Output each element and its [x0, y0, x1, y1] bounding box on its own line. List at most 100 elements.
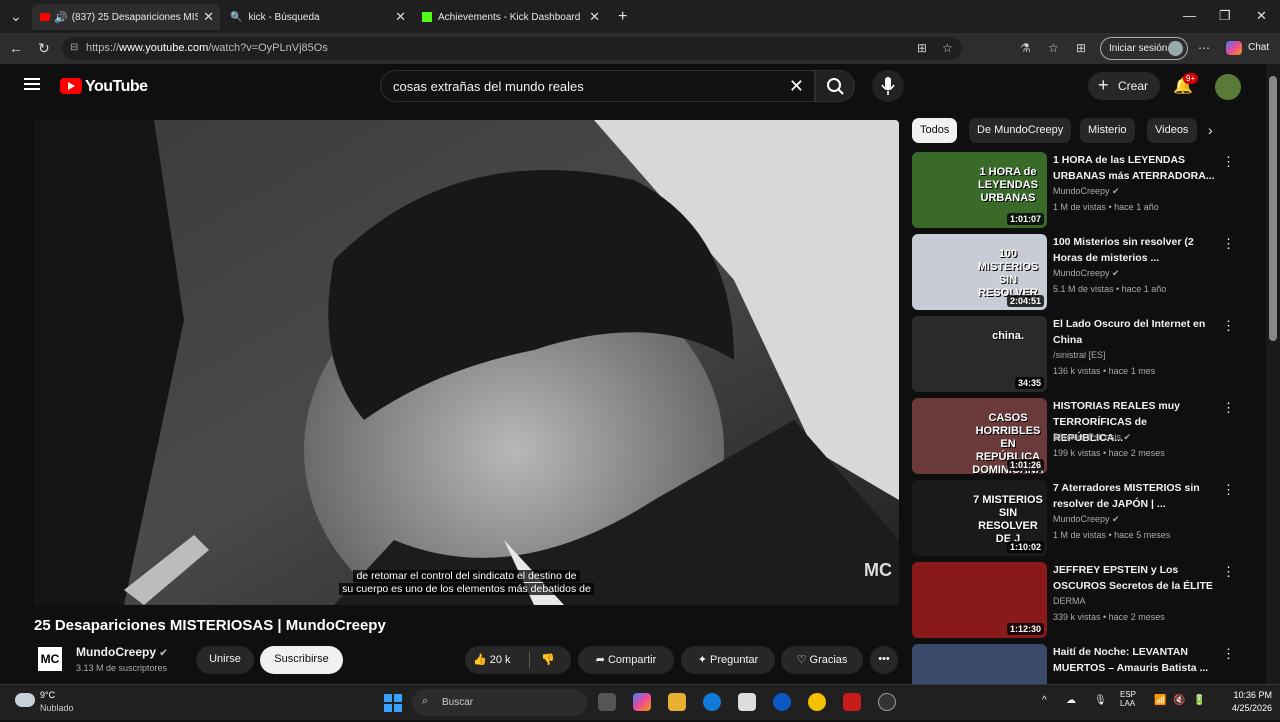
recommendation-channel[interactable]: MundoCreepy ✔ — [1053, 186, 1120, 197]
like-button[interactable]: 👍 20 k — [473, 654, 511, 666]
chip-videos[interactable]: Videos — [1147, 118, 1197, 143]
create-button[interactable]: + Crear — [1088, 72, 1160, 100]
recommendation-item[interactable]: 7 MISTERIOS SIN RESOLVER DE J 1:10:02 7 At… — [912, 480, 1242, 558]
tab-list-icon[interactable]: ⌄ — [10, 8, 22, 25]
user-avatar[interactable] — [1215, 74, 1241, 100]
chrome-icon[interactable] — [808, 693, 826, 711]
scrollbar-thumb[interactable] — [1269, 76, 1277, 341]
chip-misterio[interactable]: Misterio — [1080, 118, 1135, 143]
thanks-button[interactable]: ♡ Gracias — [781, 646, 863, 674]
close-tab-icon[interactable]: ✕ — [203, 9, 214, 25]
site-info-icon[interactable]: ⊟ — [70, 42, 78, 53]
recommendation-item[interactable]: 1:12:30 JEFFREY EPSTEIN y Los OSCUROS Sec… — [912, 562, 1242, 640]
video-thumbnail[interactable]: 100 MISTERIOS SIN RESOLVER 2:04:51 — [912, 234, 1047, 310]
voice-search-button[interactable] — [872, 70, 904, 102]
recommendation-item[interactable]: CASOS HORRIBLES EN REPÚBLICA DOMINICANA1… — [912, 398, 1242, 476]
chip-de-mundocreepy[interactable]: De MundoCreepy — [969, 118, 1072, 143]
youtube-wordmark[interactable]: YouTube — [85, 78, 148, 96]
start-button[interactable] — [384, 694, 402, 712]
show-hidden-icons-icon[interactable]: ^ — [1042, 695, 1047, 706]
task-view-icon[interactable] — [598, 693, 616, 711]
minimize-icon[interactable]: — — [1183, 8, 1196, 23]
back-icon[interactable]: ← — [9, 40, 23, 56]
store-icon[interactable] — [738, 693, 756, 711]
volume-icon[interactable]: 🔇 — [1173, 695, 1185, 706]
more-options-icon[interactable]: ⋮ — [1222, 318, 1235, 334]
search-button[interactable] — [815, 70, 855, 102]
recommendation-item[interactable]: 100 MISTERIOS SIN RESOLVER 2:04:51 100 Mis… — [912, 234, 1242, 312]
video-thumbnail[interactable]: china. 34:35 — [912, 316, 1047, 392]
more-options-icon[interactable]: ⋮ — [1222, 564, 1235, 580]
recommendation-channel[interactable]: Blaxters Psicosis ✔ — [1053, 432, 1131, 443]
onedrive-icon[interactable]: ☁ — [1066, 695, 1076, 706]
input-language[interactable]: ESP LAA — [1120, 690, 1136, 708]
weather-desc[interactable]: Nublado — [40, 703, 74, 713]
youtube-logo-icon[interactable] — [60, 78, 82, 94]
taskbar-search[interactable]: ⌕ Buscar — [412, 689, 587, 716]
microphone-tray-icon[interactable]: 🎙 — [1094, 695, 1107, 706]
video-thumbnail[interactable]: CASOS HORRIBLES EN REPÚBLICA DOMINICANA1… — [912, 398, 1047, 474]
recommendation-title[interactable]: 100 Misterios sin resolver (2 Horas de m… — [1053, 234, 1218, 266]
signin-button[interactable]: Iniciar sesión — [1100, 37, 1188, 60]
recommendation-title[interactable]: Haití de Noche: LEVANTAN MUERTOS – Amaur… — [1053, 644, 1218, 676]
cloud-icon[interactable] — [15, 693, 35, 707]
search-input[interactable]: cosas extrañas del mundo reales ✕ — [380, 70, 815, 102]
clear-search-icon[interactable]: ✕ — [789, 76, 804, 97]
ask-button[interactable]: ✦ Preguntar — [681, 646, 775, 674]
page-scrollbar[interactable] — [1266, 64, 1280, 684]
favorite-star-icon[interactable]: ☆ — [942, 41, 953, 55]
close-tab-icon[interactable]: ✕ — [589, 9, 600, 25]
chevron-right-icon[interactable]: › — [1208, 122, 1213, 138]
recommendation-channel[interactable]: MundoCreepy ✔ — [1053, 268, 1120, 279]
file-explorer-icon[interactable] — [668, 693, 686, 711]
video-thumbnail[interactable]: 7 MISTERIOS SIN RESOLVER DE J 1:10:02 — [912, 480, 1047, 556]
collections-icon[interactable]: ⊞ — [1076, 41, 1086, 55]
menu-icon[interactable] — [24, 78, 40, 90]
close-tab-icon[interactable]: ✕ — [395, 9, 406, 25]
refresh-icon[interactable]: ↻ — [38, 40, 50, 57]
recommendation-channel[interactable]: DERMA — [1053, 596, 1086, 606]
browser-tab-kick-search[interactable]: 🔍 kick - Búsqueda ✕ — [222, 4, 412, 30]
app-available-icon[interactable]: ⊞ — [917, 41, 927, 55]
wifi-icon[interactable]: 📶 — [1154, 695, 1166, 706]
extensions-icon[interactable]: ⚗ — [1020, 41, 1031, 55]
more-options-icon[interactable]: ⋮ — [1222, 482, 1235, 498]
recommendation-title[interactable]: JEFFREY EPSTEIN y Los OSCUROS Secretos d… — [1053, 562, 1218, 594]
recommendation-title[interactable]: 1 HORA de las LEYENDAS URBANAS más ATERR… — [1053, 152, 1218, 184]
favorites-icon[interactable]: ☆ — [1048, 41, 1059, 55]
recommendation-item[interactable]: 1 HORA de LEYENDAS URBANAS 1:01:07 1 HORA … — [912, 152, 1242, 230]
battery-icon[interactable]: 🔋 — [1193, 695, 1205, 706]
mcafee-icon[interactable] — [843, 693, 861, 711]
channel-avatar[interactable]: MC — [38, 647, 62, 671]
browser-tab-youtube[interactable]: 🔊 (837) 25 Desapariciones MISTERIOSAS ✕ — [32, 4, 220, 30]
new-tab-button[interactable]: + — [610, 4, 627, 30]
settings-gear-icon[interactable] — [878, 693, 896, 711]
recommendation-channel[interactable]: MundoCreepy ✔ — [1053, 514, 1120, 525]
share-button[interactable]: ➦ Compartir — [578, 646, 674, 674]
maximize-icon[interactable]: ❐ — [1219, 8, 1231, 24]
edge-icon[interactable] — [703, 693, 721, 711]
copilot-taskbar-icon[interactable] — [633, 693, 651, 711]
video-thumbnail[interactable]: 1 HORA de LEYENDAS URBANAS 1:01:07 — [912, 152, 1047, 228]
clock-date[interactable]: 4/25/2026 — [1212, 703, 1272, 713]
subscribe-button[interactable]: Suscribirse — [260, 646, 343, 674]
recommendation-channel[interactable]: /sinistral [ES] — [1053, 350, 1106, 360]
video-player[interactable]: de retomar el control del sindicato el d… — [34, 120, 899, 605]
recommendation-item[interactable]: china. 34:35 El Lado Oscuro del Internet e… — [912, 316, 1242, 394]
weather-temp[interactable]: 9°C — [40, 690, 55, 700]
join-button[interactable]: Unirse — [196, 646, 254, 674]
url-field[interactable]: ⊟ https://www.youtube.com/watch?v=OyPLnV… — [62, 37, 962, 60]
more-options-icon[interactable]: ⋮ — [1222, 400, 1235, 416]
more-actions-button[interactable]: ••• — [870, 646, 898, 674]
copilot-icon[interactable] — [1226, 41, 1242, 55]
more-options-icon[interactable]: ⋮ — [1222, 236, 1235, 252]
more-options-icon[interactable]: ⋯ — [1198, 41, 1210, 55]
more-options-icon[interactable]: ⋮ — [1222, 154, 1235, 170]
recommendation-title[interactable]: 7 Aterradores MISTERIOS sin resolver de … — [1053, 480, 1218, 512]
hp-icon[interactable] — [773, 693, 791, 711]
clock-time[interactable]: 10:36 PM — [1222, 690, 1272, 700]
dislike-button-icon[interactable]: 👎 — [541, 653, 555, 666]
speaker-icon[interactable]: 🔊 — [54, 11, 68, 24]
chat-label[interactable]: Chat — [1248, 42, 1269, 53]
channel-name[interactable]: MundoCreepy ✔ — [76, 645, 168, 659]
